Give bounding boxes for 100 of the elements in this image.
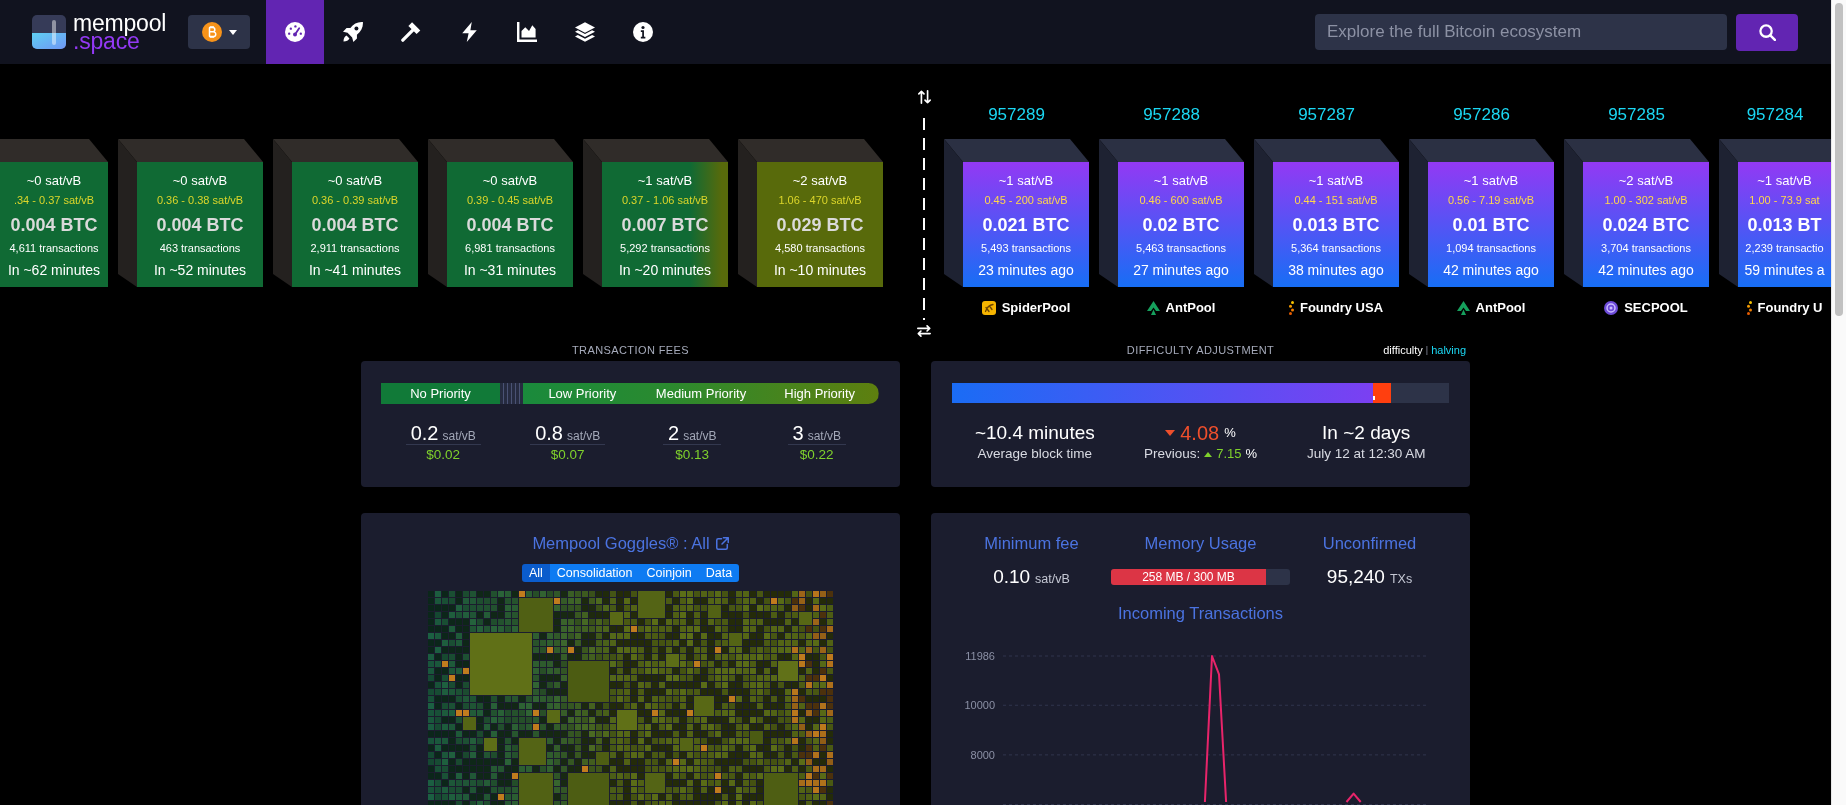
filter-tab[interactable]: Consolidation — [549, 564, 640, 582]
network-selector[interactable] — [188, 15, 250, 49]
search-icon — [1758, 23, 1776, 41]
fee-rate: 0.8 — [535, 422, 563, 444]
median-fee: ~1 sat/vB — [1757, 172, 1812, 190]
median-fee: ~1 sat/vB — [637, 172, 693, 190]
projected-block[interactable]: ~0 sat/vB 0.36 - 0.39 sat/vB 0.004 BTC 2,911 transactions In ~41 minutes — [292, 162, 418, 287]
info-icon — [633, 22, 653, 42]
projected-block[interactable]: ~1 sat/vB 0.37 - 1.06 sat/vB 0.007 BTC 5,292 transactions In ~20 minutes — [602, 162, 728, 287]
ring-logo-icon — [1604, 301, 1619, 315]
filter-tab[interactable]: Data — [698, 564, 740, 582]
stat-unit: sat/vB — [1035, 572, 1070, 586]
block-height[interactable]: 957285 — [1608, 105, 1665, 125]
nav-tab[interactable] — [266, 0, 324, 64]
stripes-icon — [500, 383, 523, 404]
view-toggle[interactable]: difficulty — [1383, 343, 1423, 357]
block-age: 23 minutes ago — [978, 261, 1074, 280]
total-fees: 0.02 BTC — [1142, 214, 1220, 237]
block-height[interactable]: 957284 — [1746, 105, 1804, 125]
block-age: 38 minutes ago — [1288, 261, 1384, 280]
transaction-count: 4,580 transactions — [775, 241, 865, 256]
mined-block[interactable]: ~1 sat/vB 0.56 - 7.19 sat/vB 0.01 BTC 1,094 transactions 42 minutes ago — [1428, 162, 1554, 287]
logo-icon[interactable] — [32, 15, 66, 49]
axis-label: 8000 — [970, 748, 995, 761]
swap-arrows-icon[interactable] — [917, 325, 931, 337]
bitcoin-icon — [201, 22, 222, 42]
total-fees: 0.004 BTC — [466, 214, 554, 237]
separator: | — [1425, 344, 1429, 357]
fee-unit: sat/vB — [566, 429, 601, 443]
fee-usd: $0.13 — [675, 447, 710, 463]
hammer-icon — [401, 22, 421, 42]
external-link-icon[interactable] — [715, 536, 729, 550]
sort-arrows-icon[interactable] — [917, 90, 931, 104]
mined-block[interactable]: ~2 sat/vB 1.00 - 302 sat/vB 0.024 BTC 3,704 transactions 42 minutes ago — [1583, 162, 1709, 287]
block-eta: In ~31 minutes — [463, 261, 557, 280]
pool-name: SECPOOL — [1624, 299, 1688, 317]
memory-usage-fill: 258 MB / 300 MB — [1111, 569, 1266, 585]
chart-title: Incoming Transactions — [1116, 603, 1285, 623]
fee-usd: $0.22 — [799, 447, 834, 463]
median-fee: ~2 sat/vB — [1618, 172, 1674, 190]
transaction-count: 5,493 transactions — [981, 241, 1071, 256]
total-fees: 0.004 BTC — [10, 214, 98, 237]
transaction-count: 5,463 transactions — [1136, 241, 1226, 256]
block-height[interactable]: 957289 — [988, 105, 1045, 125]
scrollbar-track[interactable] — [1831, 0, 1846, 805]
pool-name: Foundry U — [1757, 299, 1823, 317]
previous-label: Previous: — [1143, 445, 1201, 463]
projected-block[interactable]: ~0 sat/vB 0.36 - 0.38 sat/vB 0.004 BTC 463 transactions In ~52 minutes — [137, 162, 263, 287]
fee-unit: sat/vB — [442, 429, 476, 443]
fee-usd: $0.07 — [550, 447, 585, 463]
view-toggle[interactable]: halving — [1431, 343, 1466, 357]
pool-name: AntPool — [1165, 299, 1216, 317]
block-age: 27 minutes ago — [1133, 261, 1229, 280]
stat-value: 95,240 — [1326, 567, 1385, 587]
median-fee: ~0 sat/vB — [26, 172, 82, 190]
mined-block[interactable]: ~1 sat/vB 0.45 - 200 sat/vB 0.021 BTC 5,493 transactions 23 minutes ago — [963, 162, 1089, 287]
fee-span: 1.00 - 73.9 sat — [1749, 193, 1820, 208]
stat-title: Unconfirmed — [1322, 533, 1417, 553]
block-eta: In ~62 minutes — [7, 261, 101, 280]
fee-unit: sat/vB — [807, 429, 841, 443]
projected-block[interactable]: ~0 sat/vB .34 - 0.37 sat/vB 0.004 BTC 4,611 transactions In ~62 minutes — [0, 162, 108, 287]
stat-value: ~10.4 minutes — [974, 421, 1095, 445]
pool-name: Foundry USA — [1299, 299, 1384, 317]
projected-block[interactable]: ~0 sat/vB 0.39 - 0.45 sat/vB 0.004 BTC 6,981 transactions In ~31 minutes — [447, 162, 573, 287]
total-fees: 0.004 BTC — [311, 214, 399, 237]
goggles-title: Mempool Goggles® : All — [532, 533, 710, 553]
search-button[interactable] — [1736, 13, 1798, 51]
transaction-count: 1,094 transactions — [1446, 241, 1536, 256]
stat-title: Minimum fee — [984, 533, 1079, 553]
transaction-count: 463 transactions — [159, 241, 241, 256]
fee-unit: sat/vB — [683, 429, 717, 443]
total-fees: 0.029 BTC — [776, 214, 864, 237]
stat-value: 0.10 — [993, 567, 1031, 587]
percent-unit: % — [1224, 424, 1236, 442]
median-fee: ~1 sat/vB — [1153, 172, 1209, 190]
tree-logo-icon — [1146, 301, 1160, 315]
filter-tab[interactable]: Coinjoin — [639, 564, 699, 582]
mined-block[interactable]: ~1 sat/vB 0.44 - 151 sat/vB 0.013 BTC 5,364 transactions 38 minutes ago — [1273, 162, 1399, 287]
filter-tab[interactable]: All — [521, 564, 550, 582]
transaction-count: 5,364 transactions — [1291, 241, 1381, 256]
scrollbar-thumb[interactable] — [1835, 3, 1843, 316]
block-height[interactable]: 957286 — [1453, 105, 1510, 125]
percent-unit: % — [1245, 445, 1258, 463]
pool-name: SpiderPool — [1001, 299, 1071, 317]
section-title: TRANSACTION FEES — [571, 343, 690, 357]
fee-usd: $0.02 — [426, 447, 461, 463]
projected-block[interactable]: ~2 sat/vB 1.06 - 470 sat/vB 0.029 BTC 4,580 transactions In ~10 minutes — [757, 162, 883, 287]
fee-span: 0.36 - 0.38 sat/vB — [156, 193, 244, 208]
block-eta: In ~20 minutes — [618, 261, 712, 280]
mined-block[interactable]: ~1 sat/vB 1.00 - 73.9 sat 0.013 BT 2,239 transactio 59 minutes a — [1738, 162, 1831, 287]
search-field[interactable]: Explore the full Bitcoin ecosystem — [1315, 14, 1727, 50]
mined-block[interactable]: ~1 sat/vB 0.46 - 600 sat/vB 0.02 BTC 5,463 transactions 27 minutes ago — [1118, 162, 1244, 287]
fee-span: 0.46 - 600 sat/vB — [1139, 193, 1223, 208]
layers-icon — [575, 22, 595, 42]
block-height[interactable]: 957287 — [1298, 105, 1355, 125]
block-height[interactable]: 957288 — [1143, 105, 1200, 125]
section-title: DIFFICULTY ADJUSTMENT — [1126, 343, 1275, 357]
transaction-count: 5,292 transactions — [620, 241, 710, 256]
total-fees: 0.004 BTC — [156, 214, 244, 237]
total-fees: 0.01 BTC — [1452, 214, 1530, 237]
